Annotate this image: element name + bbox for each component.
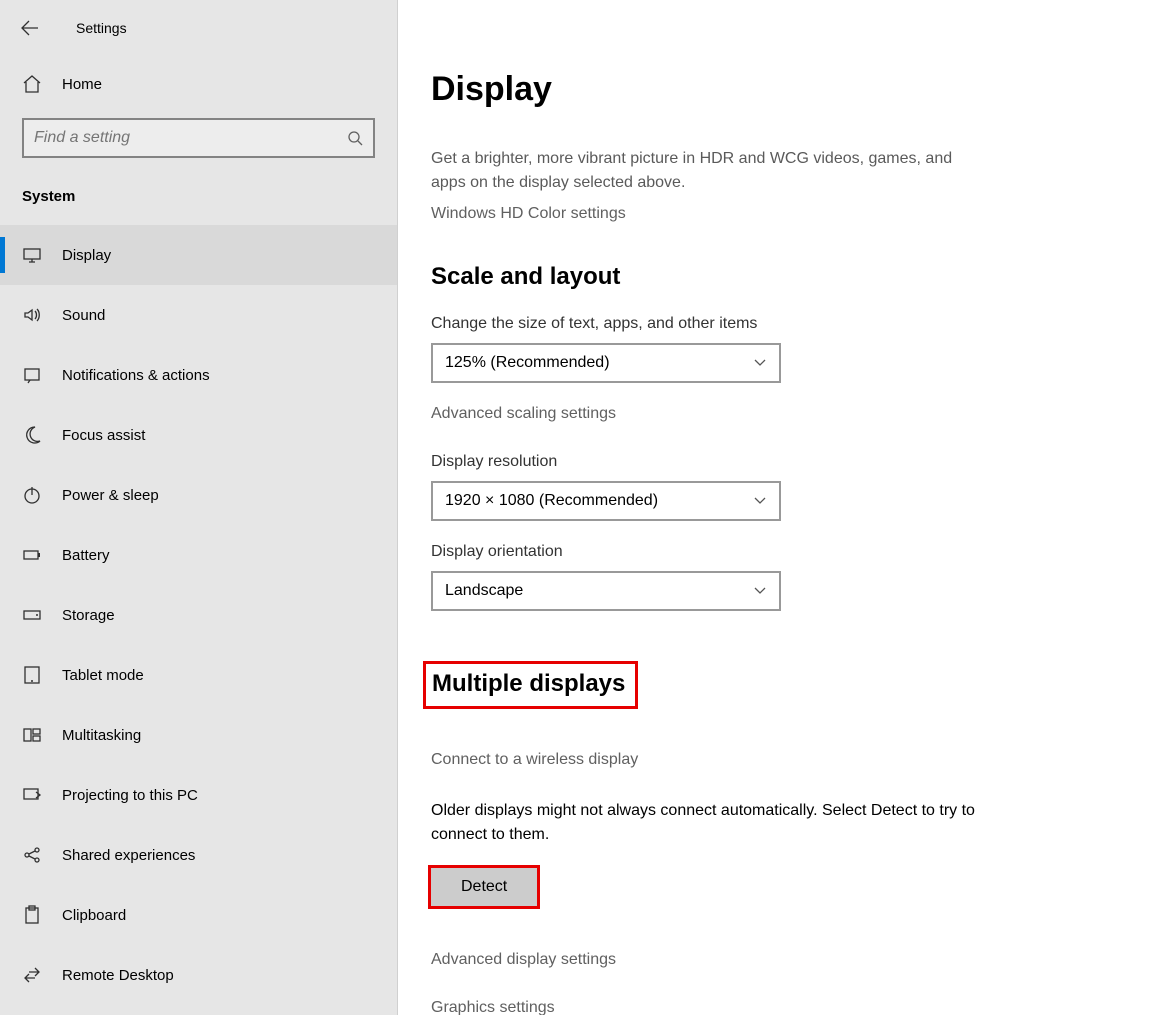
chevron-down-icon	[753, 356, 767, 370]
resolution-value: 1920 × 1080 (Recommended)	[445, 492, 658, 510]
section-multiple-displays: Multiple displays	[423, 661, 638, 709]
category-header: System	[0, 178, 397, 225]
sidebar-item-label: Sound	[62, 307, 105, 324]
share-icon	[22, 845, 42, 865]
search-icon	[347, 130, 363, 146]
sidebar-item-notifications[interactable]: Notifications & actions	[0, 345, 397, 405]
sidebar-item-clipboard[interactable]: Clipboard	[0, 885, 397, 945]
multitask-icon	[22, 725, 42, 745]
battery-icon	[22, 545, 42, 565]
home-label: Home	[62, 76, 102, 93]
hdr-color-settings-link[interactable]: Windows HD Color settings	[431, 205, 1118, 223]
sidebar-item-tablet-mode[interactable]: Tablet mode	[0, 645, 397, 705]
sidebar-item-multitasking[interactable]: Multitasking	[0, 705, 397, 765]
sidebar-item-label: Remote Desktop	[62, 967, 174, 984]
sidebar-item-label: Tablet mode	[62, 667, 144, 684]
advanced-scaling-link[interactable]: Advanced scaling settings	[431, 405, 1118, 423]
sidebar-item-label: Storage	[62, 607, 115, 624]
graphics-settings-link[interactable]: Graphics settings	[431, 999, 1118, 1015]
hdr-description: Get a brighter, more vibrant picture in …	[431, 147, 991, 195]
search-box[interactable]	[22, 118, 375, 158]
sidebar-item-sound[interactable]: Sound	[0, 285, 397, 345]
back-button[interactable]	[18, 16, 42, 40]
page-title: Display	[431, 70, 1118, 109]
sidebar: Settings Home System Display	[0, 0, 398, 1015]
moon-icon	[22, 425, 42, 445]
orientation-label: Display orientation	[431, 543, 1118, 561]
detect-description: Older displays might not always connect …	[431, 799, 991, 847]
detect-button[interactable]: Detect	[428, 865, 540, 909]
storage-icon	[22, 605, 42, 625]
sidebar-item-label: Projecting to this PC	[62, 787, 198, 804]
wireless-display-link[interactable]: Connect to a wireless display	[431, 751, 1118, 769]
sidebar-item-battery[interactable]: Battery	[0, 525, 397, 585]
sidebar-item-label: Focus assist	[62, 427, 145, 444]
remote-icon	[22, 965, 42, 985]
main-content: Display Get a brighter, more vibrant pic…	[398, 0, 1158, 1015]
nav-list: Display Sound Notifications & actions Fo…	[0, 225, 397, 1005]
display-icon	[22, 245, 42, 265]
sound-icon	[22, 305, 42, 325]
sidebar-item-label: Notifications & actions	[62, 367, 210, 384]
sidebar-item-display[interactable]: Display	[0, 225, 397, 285]
sidebar-item-remote-desktop[interactable]: Remote Desktop	[0, 945, 397, 1005]
home-nav[interactable]: Home	[0, 58, 397, 110]
sidebar-item-label: Clipboard	[62, 907, 126, 924]
chevron-down-icon	[753, 584, 767, 598]
resolution-label: Display resolution	[431, 453, 1118, 471]
resolution-dropdown[interactable]: 1920 × 1080 (Recommended)	[431, 481, 781, 521]
power-icon	[22, 485, 42, 505]
home-icon	[22, 74, 42, 94]
arrow-left-icon	[21, 19, 39, 37]
chevron-down-icon	[753, 494, 767, 508]
sidebar-item-projecting[interactable]: Projecting to this PC	[0, 765, 397, 825]
sidebar-item-power-sleep[interactable]: Power & sleep	[0, 465, 397, 525]
advanced-display-settings-link[interactable]: Advanced display settings	[431, 951, 1118, 969]
orientation-dropdown[interactable]: Landscape	[431, 571, 781, 611]
sidebar-item-label: Display	[62, 247, 111, 264]
scale-value: 125% (Recommended)	[445, 354, 610, 372]
window-title: Settings	[76, 20, 127, 36]
scale-label: Change the size of text, apps, and other…	[431, 315, 1118, 333]
sidebar-item-focus-assist[interactable]: Focus assist	[0, 405, 397, 465]
sidebar-item-label: Battery	[62, 547, 110, 564]
search-input[interactable]	[34, 129, 314, 147]
sidebar-item-label: Multitasking	[62, 727, 141, 744]
titlebar: Settings	[0, 12, 397, 58]
project-icon	[22, 785, 42, 805]
scale-dropdown[interactable]: 125% (Recommended)	[431, 343, 781, 383]
sidebar-item-label: Power & sleep	[62, 487, 159, 504]
clipboard-icon	[22, 905, 42, 925]
sidebar-item-shared-experiences[interactable]: Shared experiences	[0, 825, 397, 885]
section-scale-layout: Scale and layout	[431, 263, 1118, 291]
tablet-icon	[22, 665, 42, 685]
notification-icon	[22, 365, 42, 385]
sidebar-item-storage[interactable]: Storage	[0, 585, 397, 645]
sidebar-item-label: Shared experiences	[62, 847, 195, 864]
orientation-value: Landscape	[445, 582, 523, 600]
